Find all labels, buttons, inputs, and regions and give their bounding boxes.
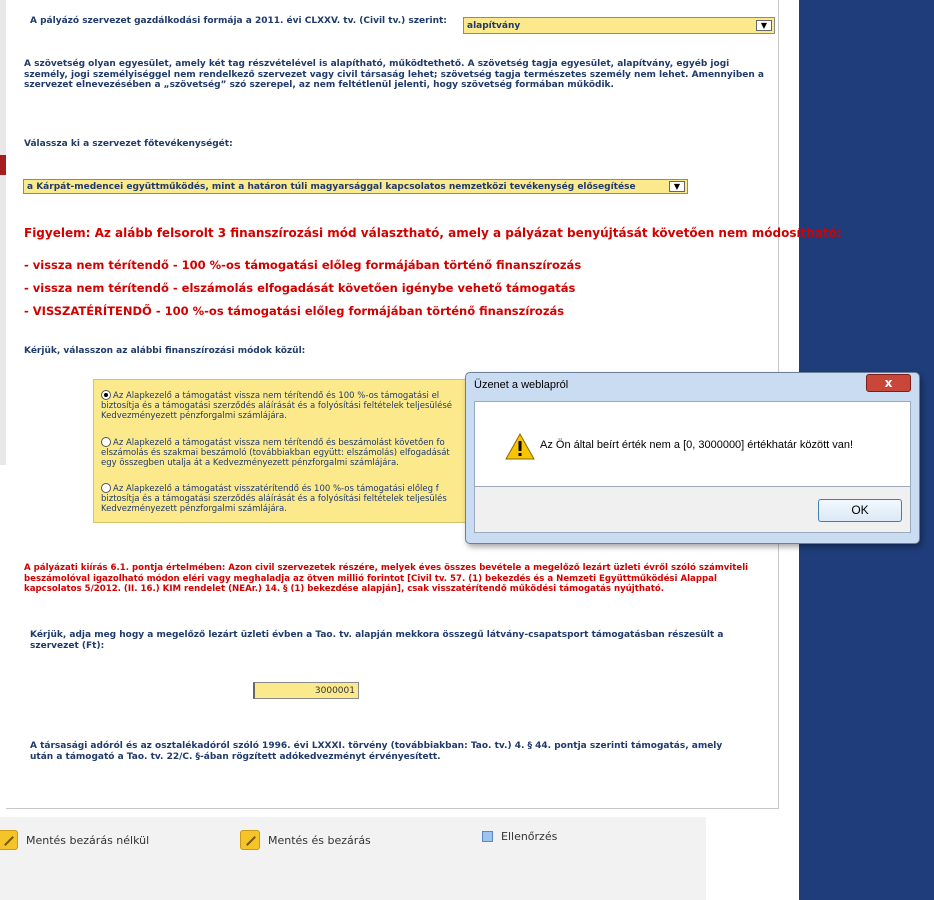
check-label: Ellenőrzés	[501, 830, 558, 843]
financing-label: Kérjük, válasszon az alábbi finanszírozá…	[24, 346, 306, 356]
financing-option-3[interactable]: Az Alapkezelő a támogatást visszatéríten…	[101, 483, 447, 514]
tao-footnote: A társasági adóról és az osztalékadóról …	[30, 741, 723, 762]
tao-question: Kérjük, adja meg hogy a megelőző lezárt …	[30, 630, 724, 651]
dialog-title: Üzenet a weblapról	[474, 379, 569, 391]
financing-option-2-line3: egy összegben utalja át a Kedvezményezet…	[101, 458, 399, 468]
federation-note: A szövetség olyan egyesület, amely két t…	[24, 59, 764, 90]
dialog-message: Az Ön által beírt érték nem a [0, 300000…	[540, 439, 854, 451]
warning-item-3: - VISSZATÉRÍTENDŐ - 100 %-os támogatási …	[24, 304, 565, 318]
warning-icon	[505, 433, 535, 460]
financing-option-2[interactable]: Az Alapkezelő a támogatást vissza nem té…	[101, 437, 450, 468]
dialog-body: Az Ön által beírt érték nem a [0, 300000…	[474, 401, 911, 487]
ok-button[interactable]: OK	[818, 499, 902, 522]
financing-option-1[interactable]: Az Alapkezelő a támogatást vissza nem té…	[101, 390, 452, 421]
financing-option-3-line2: biztosítja és a támogatási szerződés alá…	[101, 494, 447, 504]
pencil-icon	[240, 830, 260, 850]
financing-option-1-line2: biztosítja és a támogatási szerződés alá…	[101, 401, 453, 411]
tao-amount-input[interactable]: 3000001	[253, 682, 359, 699]
notice-6-1: A pályázati kiírás 6.1. pontja értelmébe…	[24, 563, 749, 594]
financing-option-2-line1: Az Alapkezelő a támogatást vissza nem té…	[113, 438, 445, 448]
check-button[interactable]: Ellenőrzés	[482, 830, 557, 843]
main-activity-select[interactable]: a Kárpát-medencei együttműködés, mint a …	[23, 179, 688, 194]
warning-item-1: - vissza nem térítendő - 100 %-os támoga…	[24, 258, 582, 272]
financing-option-2-line2: elszámolás és szakmai beszámoló (további…	[101, 448, 450, 458]
financing-option-1-line1: Az Alapkezelő a támogatást vissza nem té…	[113, 391, 440, 401]
chevron-down-icon[interactable]: ▼	[669, 181, 685, 192]
main-activity-label: Válassza ki a szervezet főtevékenységét:	[24, 139, 233, 149]
pencil-icon	[0, 830, 18, 850]
radio-button[interactable]	[101, 483, 111, 493]
main-activity-select-value: a Kárpát-medencei együttműködés, mint a …	[27, 182, 636, 192]
radio-button-selected[interactable]	[101, 390, 111, 400]
chevron-down-icon[interactable]: ▼	[756, 20, 772, 31]
financing-option-1-line3: Kedvezményezett pénzforgalmi számlájára.	[101, 411, 287, 421]
check-icon	[482, 831, 493, 842]
save-without-close-button[interactable]: Mentés bezárás nélkül	[0, 830, 149, 850]
org-form-select[interactable]: alapítvány ▼	[463, 17, 775, 34]
dialog-footer: OK	[474, 487, 911, 533]
save-and-close-label: Mentés és bezárás	[268, 833, 371, 847]
org-form-select-value: alapítvány	[467, 21, 521, 31]
financing-option-3-line3: Kedvezményezett pénzforgalmi számlájára.	[101, 504, 287, 514]
radio-button[interactable]	[101, 437, 111, 447]
financing-option-3-line1: Az Alapkezelő a támogatást visszatéríten…	[113, 484, 439, 494]
warning-item-2: - vissza nem térítendő - elszámolás elfo…	[24, 281, 576, 295]
alert-dialog: Üzenet a weblapról x Az Ön által beírt é…	[465, 372, 920, 544]
save-without-close-label: Mentés bezárás nélkül	[26, 833, 150, 847]
warning-heading: Figyelem: Az alább felsorolt 3 finanszír…	[24, 226, 842, 240]
org-form-label: A pályázó szervezet gazdálkodási formája…	[30, 16, 447, 26]
save-and-close-button[interactable]: Mentés és bezárás	[240, 830, 371, 850]
close-button[interactable]: x	[866, 374, 911, 392]
